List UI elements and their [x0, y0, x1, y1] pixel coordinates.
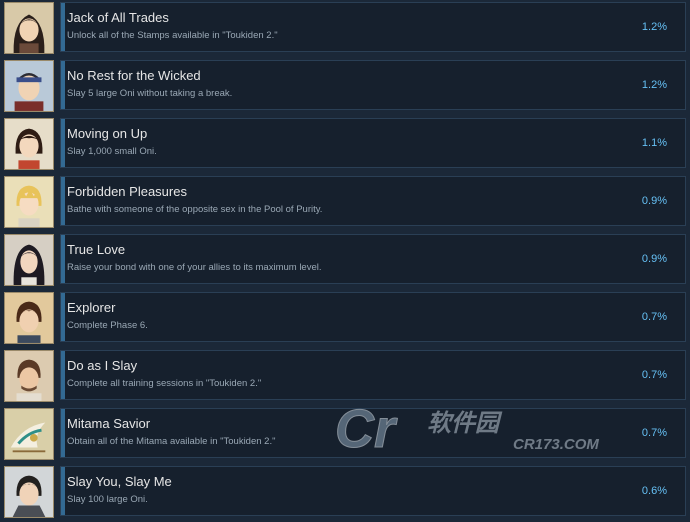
- older-man-portrait-icon: [4, 350, 54, 402]
- achievement-row-2[interactable]: Moving on Up Slay 1,000 small Oni. 1.1%: [0, 116, 690, 174]
- achievement-title: Do as I Slay: [67, 358, 138, 373]
- achievement-panel: Slay You, Slay Me Slay 100 large Oni. 0.…: [60, 466, 686, 516]
- achievement-description: Complete Phase 6.: [67, 320, 148, 331]
- achievement-title: True Love: [67, 242, 126, 257]
- achievement-panel: Explorer Complete Phase 6. 0.7%: [60, 292, 686, 342]
- mitama-bird-icon: [4, 408, 54, 460]
- achievement-description: Slay 100 large Oni.: [67, 494, 148, 505]
- achievement-percent: 0.6%: [641, 485, 667, 497]
- achievement-percent: 0.9%: [641, 195, 667, 207]
- achievement-percent: 0.7%: [641, 369, 667, 381]
- progress-fill: [61, 293, 65, 341]
- achievement-row-3[interactable]: Forbidden Pleasures Bathe with someone o…: [0, 174, 690, 232]
- blonde-youth-portrait-icon: [4, 176, 54, 228]
- progress-fill: [61, 351, 65, 399]
- achievement-title: Jack of All Trades: [67, 10, 169, 25]
- achievement-percent: 1.2%: [641, 79, 667, 91]
- achievement-percent: 0.7%: [641, 311, 667, 323]
- progress-fill: [61, 119, 65, 167]
- achievement-percent: 1.2%: [641, 21, 667, 33]
- achievement-panel: No Rest for the Wicked Slay 5 large Oni …: [60, 60, 686, 110]
- achievement-title: Explorer: [67, 300, 116, 315]
- achievement-panel: Moving on Up Slay 1,000 small Oni. 1.1%: [60, 118, 686, 168]
- watermark-logo: Cr 软件园 CR173.COM: [335, 395, 625, 465]
- watermark-main-text: Cr: [335, 399, 398, 459]
- achievement-description: Slay 5 large Oni without taking a break.: [67, 88, 233, 99]
- progress-fill: [61, 235, 65, 283]
- achievement-description: Complete all training sessions in "Touki…: [67, 378, 262, 389]
- achievement-title: Moving on Up: [67, 126, 148, 141]
- headband-warrior-portrait-icon: [4, 60, 54, 112]
- achievement-description: Slay 1,000 small Oni.: [67, 146, 157, 157]
- achievement-title: Mitama Savior: [67, 416, 151, 431]
- progress-fill: [61, 61, 65, 109]
- achievement-percent: 0.7%: [641, 427, 667, 439]
- achievement-percent: 1.1%: [641, 137, 667, 149]
- achievement-description: Obtain all of the Mitama available in "T…: [67, 436, 276, 447]
- young-man-portrait-icon: [4, 292, 54, 344]
- armored-youth-portrait-icon: [4, 466, 54, 518]
- watermark-chinese-text: 软件园: [427, 409, 503, 437]
- achievement-row-8[interactable]: Slay You, Slay Me Slay 100 large Oni. 0.…: [0, 464, 690, 522]
- achievement-title: Slay You, Slay Me: [67, 474, 172, 489]
- achievement-percent: 0.9%: [641, 253, 667, 265]
- achievement-row-1[interactable]: No Rest for the Wicked Slay 5 large Oni …: [0, 58, 690, 116]
- achievement-panel: Forbidden Pleasures Bathe with someone o…: [60, 176, 686, 226]
- short-hair-girl-portrait-icon: [4, 118, 54, 170]
- dark-hair-woman-portrait-icon: [4, 234, 54, 286]
- achievement-title: No Rest for the Wicked: [67, 68, 201, 83]
- progress-fill: [61, 467, 65, 515]
- warrior-long-hair-portrait-icon: [4, 2, 54, 54]
- achievement-row-4[interactable]: True Love Raise your bond with one of yo…: [0, 232, 690, 290]
- watermark-site-text: CR173.COM: [513, 436, 599, 453]
- progress-fill: [61, 409, 65, 457]
- progress-fill: [61, 177, 65, 225]
- achievement-panel: Do as I Slay Complete all training sessi…: [60, 350, 686, 400]
- achievement-description: Raise your bond with one of your allies …: [67, 262, 322, 273]
- achievement-title: Forbidden Pleasures: [67, 184, 187, 199]
- progress-fill: [61, 3, 65, 51]
- achievement-description: Bathe with someone of the opposite sex i…: [67, 204, 323, 215]
- achievement-description: Unlock all of the Stamps available in "T…: [67, 30, 278, 41]
- achievement-panel: Jack of All Trades Unlock all of the Sta…: [60, 2, 686, 52]
- achievement-row-5[interactable]: Explorer Complete Phase 6. 0.7%: [0, 290, 690, 348]
- achievement-panel: True Love Raise your bond with one of yo…: [60, 234, 686, 284]
- achievement-row-0[interactable]: Jack of All Trades Unlock all of the Sta…: [0, 0, 690, 58]
